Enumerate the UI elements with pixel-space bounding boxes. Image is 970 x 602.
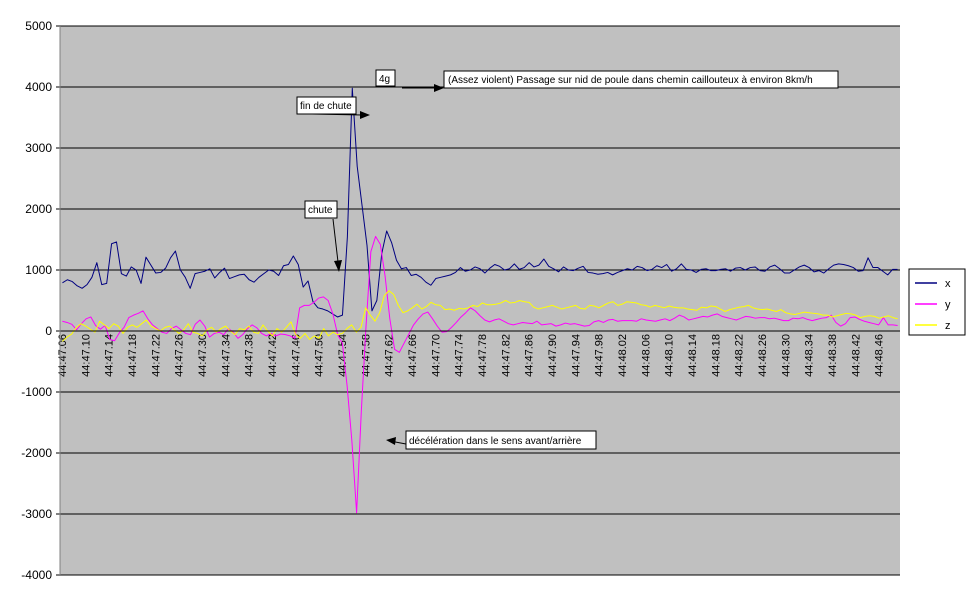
x-tick-label: 44:48.42 [850, 334, 862, 377]
accelerometer-chart: 5000 4000 3000 2000 1000 0 -1000 -2000 -3000 -400… [21, 19, 966, 582]
x-tick-label: 44:48.46 [874, 334, 886, 377]
y-tick-label: 4000 [25, 80, 52, 94]
legend-label-z: z [945, 320, 951, 332]
y-tick-label: -2000 [21, 446, 52, 460]
plot-area [60, 26, 900, 575]
x-tick-label: 44:47.34 [220, 334, 232, 377]
x-tick-label: 44:48.22 [734, 334, 746, 377]
x-tick-label: 44:47.66 [407, 334, 419, 377]
y-tick-label: -1000 [21, 385, 52, 399]
x-tick-label: 44:48.26 [757, 334, 769, 377]
x-tick-label: 44:47.62 [384, 334, 396, 377]
x-tick-label: 44:47.22 [150, 334, 162, 377]
x-tick-label: 44:47.30 [197, 334, 209, 377]
annotation-4g: 4g [375, 69, 396, 87]
annotation-deceleration-text: décélération dans le sens avant/arrière [409, 436, 582, 447]
x-tick-label: 44:48.30 [780, 334, 792, 377]
annotation-nid-de-poule-text: (Assez violent) Passage sur nid de poule… [448, 75, 813, 86]
x-tick-label: 44:47.78 [477, 334, 489, 377]
x-tick-label: 44:47.50 [314, 334, 326, 377]
x-tick-label: 44:47.18 [127, 334, 139, 377]
annotation-chute-text: chute [308, 205, 333, 216]
annotation-fin-de-chute-text: fin de chute [300, 101, 352, 112]
x-tick-label: 44:48.10 [664, 334, 676, 377]
x-tick-label: 44:47.70 [430, 334, 442, 377]
x-tick-label: 44:47.98 [594, 334, 606, 377]
x-tick-label: 44:48.06 [640, 334, 652, 377]
y-tick-label: -4000 [21, 568, 52, 582]
y-tick-label: 5000 [25, 19, 52, 33]
x-tick-label: 44:47.26 [174, 334, 186, 377]
y-tick-label: 2000 [25, 202, 52, 216]
annotation-4g-text: 4g [379, 74, 390, 85]
x-tick-label: 44:47.10 [80, 334, 92, 377]
x-tick-label: 44:47.90 [547, 334, 559, 377]
y-tick-label: 3000 [25, 141, 52, 155]
x-tick-label: 44:47.58 [360, 334, 372, 377]
x-tick-label: 44:48.14 [687, 334, 699, 377]
x-tick-label: 44:47.42 [267, 334, 279, 377]
y-tick-label: 1000 [25, 263, 52, 277]
y-tick-label: 0 [45, 324, 52, 338]
x-tick-label: 44:47.54 [337, 334, 349, 377]
x-tick-label: 44:48.02 [617, 334, 629, 377]
x-tick-label: 44:48.38 [827, 334, 839, 377]
x-tick-label: 44:47.94 [570, 334, 582, 377]
annotation-deceleration: décélération dans le sens avant/arrière [386, 430, 597, 450]
legend: xyz [908, 268, 966, 336]
legend-label-x: x [945, 278, 951, 290]
x-tick-label: 44:48.18 [710, 334, 722, 377]
x-tick-label: 44:47.46 [290, 334, 302, 377]
x-tick-label: 44:47.38 [244, 334, 256, 377]
legend-label-y: y [945, 299, 951, 311]
x-tick-label: 44:47.86 [524, 334, 536, 377]
y-tick-label: -3000 [21, 507, 52, 521]
y-axis-tick-labels: 5000 4000 3000 2000 1000 0 -1000 -2000 -3000 -400… [21, 19, 52, 582]
x-tick-label: 44:47.82 [500, 334, 512, 377]
x-tick-label: 44:47.74 [454, 334, 466, 377]
x-tick-label: 44:48.34 [804, 334, 816, 377]
